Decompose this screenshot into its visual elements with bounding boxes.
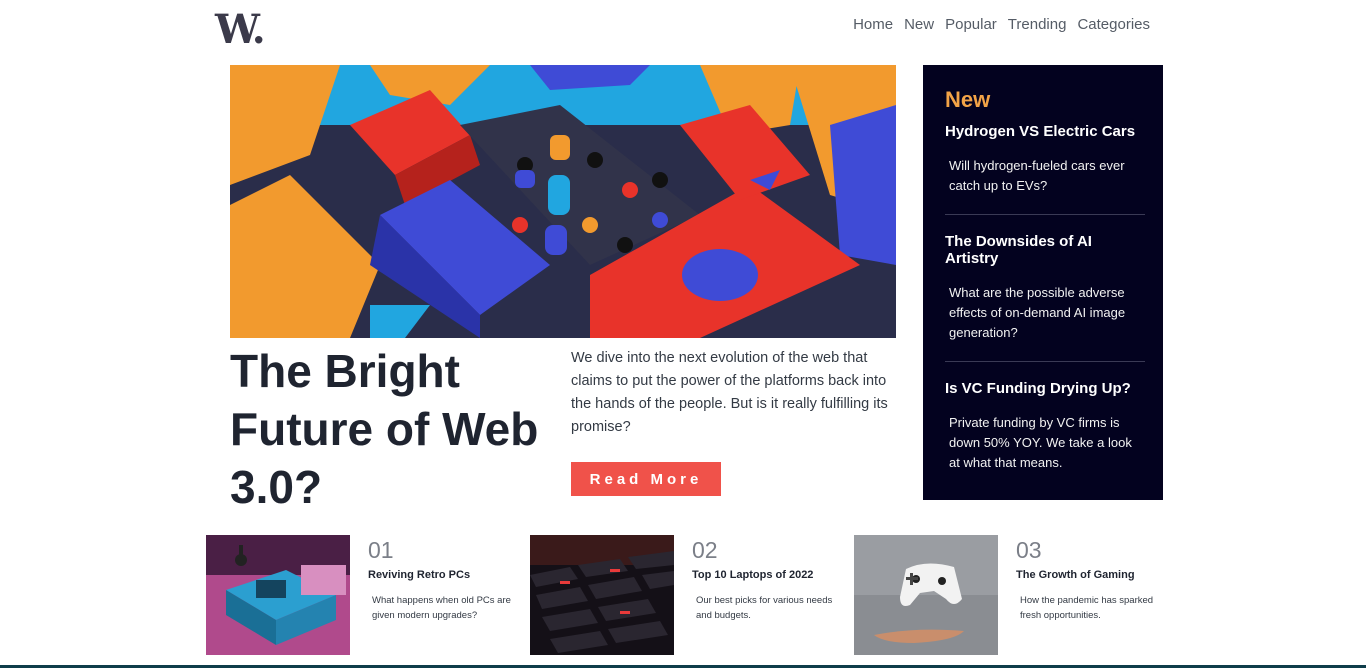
card-description: Our best picks for various needs and bud… <box>696 595 833 621</box>
article-card[interactable]: 03 The Growth of Gaming How the pandemic… <box>854 535 1154 655</box>
new-item-title[interactable]: Is VC Funding Drying Up? <box>945 380 1145 397</box>
new-item-title[interactable]: The Downsides of AI Artistry <box>945 233 1145 267</box>
card-title[interactable]: Reviving Retro PCs <box>368 569 470 581</box>
card-description: How the pandemic has sparked fresh oppor… <box>1020 595 1154 621</box>
new-item[interactable]: The Downsides of AI Artistry What are th… <box>945 233 1145 362</box>
card-description: What happens when old PCs are given mode… <box>372 595 511 621</box>
hero-image <box>230 65 896 338</box>
read-more-button[interactable]: Read More <box>571 462 721 496</box>
new-item-title[interactable]: Hydrogen VS Electric Cars <box>945 123 1145 140</box>
hero-description: We dive into the next evolution of the w… <box>571 350 888 435</box>
card-number: 01 <box>368 537 394 563</box>
nav-home[interactable]: Home <box>853 16 893 33</box>
new-item[interactable]: Hydrogen VS Electric Cars Will hydrogen-… <box>945 123 1145 215</box>
card-number: 02 <box>692 537 718 563</box>
new-panel-heading: New <box>945 87 991 112</box>
hero-title: The Bright Future of Web 3.0? <box>230 345 539 513</box>
nav-categories[interactable]: Categories <box>1077 16 1150 33</box>
nav-trending[interactable]: Trending <box>1008 16 1067 33</box>
nav-new[interactable]: New <box>904 16 934 33</box>
card-number: 03 <box>1016 537 1042 563</box>
nav-popular[interactable]: Popular <box>945 16 997 33</box>
main-nav: Home New Popular Trending Categories <box>853 16 1150 33</box>
article-card[interactable]: 01 Reviving Retro PCs What happens when … <box>206 535 511 655</box>
new-item-desc: Will hydrogen-fueled cars ever catch up … <box>949 158 1125 193</box>
site-logo[interactable]: W. <box>215 6 266 53</box>
new-item-desc: What are the possible adverse effects of… <box>949 285 1126 340</box>
laptop-keyboard-image <box>530 535 674 655</box>
retro-pc-image <box>206 535 350 655</box>
card-title[interactable]: The Growth of Gaming <box>1016 569 1135 581</box>
card-title[interactable]: Top 10 Laptops of 2022 <box>692 569 813 581</box>
new-item-desc: Private funding by VC firms is down 50% … <box>949 415 1132 470</box>
game-controller-image <box>854 535 998 655</box>
article-card[interactable]: 02 Top 10 Laptops of 2022 Our best picks… <box>530 535 832 655</box>
new-panel: New Hydrogen VS Electric Cars Will hydro… <box>923 65 1163 500</box>
new-item[interactable]: Is VC Funding Drying Up? Private funding… <box>945 380 1145 491</box>
